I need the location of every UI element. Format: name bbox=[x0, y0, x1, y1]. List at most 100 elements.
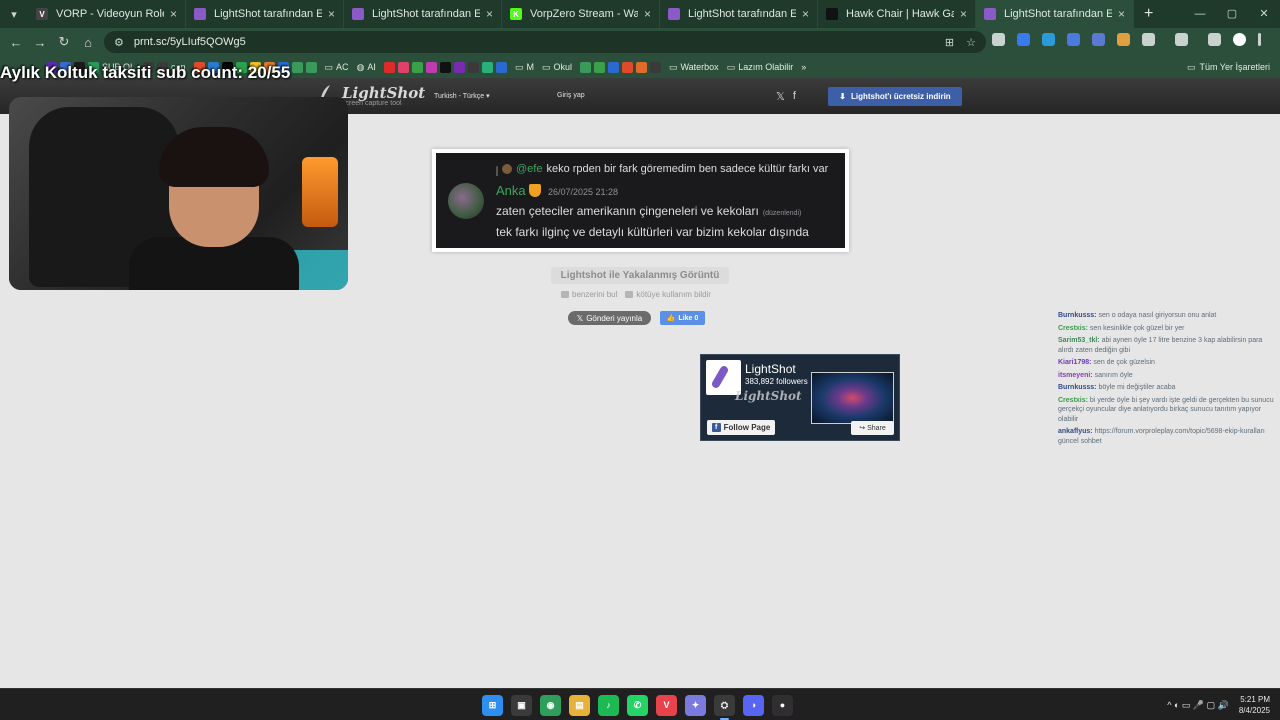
wallet-extension-icon[interactable] bbox=[1117, 33, 1130, 46]
tab-close-icon[interactable]: × bbox=[1118, 7, 1125, 21]
taskbar-whatsapp-icon[interactable]: ✆ bbox=[627, 694, 648, 716]
taskbar-windows-start-icon[interactable]: ⊞ bbox=[482, 694, 503, 716]
bookmark-folder-lazim[interactable]: ▭ Lazım Olabilir bbox=[727, 62, 794, 73]
extensions-row bbox=[992, 33, 1261, 46]
screen-extension-icon[interactable] bbox=[1092, 33, 1105, 46]
all-bookmarks-label: Tüm Yer İşaretleri bbox=[1199, 62, 1270, 72]
image-caption: Lightshot ile Yakalanmış Görüntü bbox=[551, 267, 729, 284]
reading-list-icon[interactable] bbox=[1208, 33, 1221, 46]
browser-tab[interactable]: LightShot tarafından Ekran Görü × bbox=[186, 0, 344, 28]
taskbar-task-view-icon[interactable]: ▣ bbox=[511, 694, 532, 716]
bookmarks-overflow-button[interactable]: » bbox=[801, 62, 806, 72]
tab-search-icon[interactable]: ▾ bbox=[0, 0, 28, 28]
facebook-like-button[interactable]: 👍 Like 0 bbox=[660, 311, 705, 325]
bookmark-folder-m[interactable]: ▭ M bbox=[515, 62, 534, 73]
browser-tab[interactable]: K VorpZero Stream - Watch Live o × bbox=[502, 0, 660, 28]
taskbar-file-explorer-icon[interactable]: ▤ bbox=[569, 694, 590, 716]
reply-text: keko rpden bir fark göremedim ben sadece… bbox=[546, 163, 829, 175]
new-tab-button[interactable]: + bbox=[1134, 5, 1163, 23]
bookmark-folder-okul[interactable]: ▭ Okul bbox=[542, 62, 572, 73]
tab-close-icon[interactable]: × bbox=[960, 7, 967, 21]
taskbar-spotify-icon[interactable]: ♪ bbox=[598, 694, 619, 716]
webcam-overlay bbox=[9, 97, 348, 290]
chat-text: sanırım öyle bbox=[1094, 371, 1133, 379]
url-text[interactable]: prnt.sc/5yLIuf5QOWg5 bbox=[134, 36, 246, 48]
taskbar-chrome-icon[interactable]: ◉ bbox=[540, 694, 561, 716]
twitter-icon[interactable]: 𝕏 bbox=[776, 90, 785, 103]
pen-extension-icon[interactable] bbox=[992, 33, 1005, 46]
address-bar[interactable]: ⚙ prnt.sc/5yLIuf5QOWg5 ⊞ ☆ bbox=[104, 31, 986, 53]
browser-tab[interactable]: LightShot tarafından Ekran Görü × bbox=[344, 0, 502, 28]
extensions-puzzle-icon[interactable] bbox=[1142, 33, 1155, 46]
screenshot-image[interactable]: @efe keko rpden bir fark göremedim ben s… bbox=[432, 149, 849, 252]
language-select[interactable]: Turkish - Türkçe ▾ bbox=[434, 92, 490, 100]
window-controls: — ▢ ✕ bbox=[1184, 0, 1280, 28]
browser-menu-icon[interactable] bbox=[1258, 33, 1261, 46]
browser-tab[interactable]: Hawk Chair | Hawk Gaming Oy × bbox=[818, 0, 976, 28]
tab-close-icon[interactable]: × bbox=[644, 7, 651, 21]
report-abuse-link[interactable]: kötüye kullanım bildir bbox=[625, 290, 711, 299]
discord-message: @efe keko rpden bir fark göremedim ben s… bbox=[436, 153, 845, 248]
all-bookmarks-folder[interactable]: ▭ Tüm Yer İşaretleri bbox=[1187, 56, 1270, 78]
download-button[interactable]: ⬇ Lightshot'ı ücretsiz indirin bbox=[828, 87, 962, 106]
forward-button[interactable]: → bbox=[28, 35, 52, 50]
audio-extension-icon[interactable] bbox=[1017, 33, 1030, 46]
taskbar-obs-icon[interactable]: ● bbox=[772, 694, 793, 716]
bookmark-item[interactable] bbox=[579, 61, 661, 73]
site-info-icon[interactable]: ⚙ bbox=[114, 36, 124, 49]
tab-title: VorpZero Stream - Watch Live o bbox=[530, 8, 638, 20]
share-button[interactable]: ↪ Share bbox=[851, 421, 894, 435]
install-icon[interactable]: ⊞ bbox=[945, 36, 954, 49]
taskbar-discord-icon[interactable]: ◑ bbox=[743, 694, 764, 716]
bookmark-folder-ac[interactable]: ▭ AC bbox=[325, 62, 349, 73]
chat-username: Burnkusss: bbox=[1058, 384, 1097, 391]
image-actions: benzerini bul kötüye kullanım bildir bbox=[561, 290, 711, 299]
flag-icon bbox=[625, 291, 634, 298]
download-label: Lightshot'ı ücretsiz indirin bbox=[851, 92, 951, 101]
taskbar-copilot-icon[interactable]: ✦ bbox=[685, 694, 706, 716]
bookmark-star-icon[interactable]: ☆ bbox=[966, 36, 976, 49]
find-similar-link[interactable]: benzerini bul bbox=[561, 290, 617, 299]
tab-close-icon[interactable]: × bbox=[328, 7, 335, 21]
reply-avatar bbox=[502, 164, 512, 174]
clock-time: 5:21 PM bbox=[1240, 695, 1270, 704]
fb-page-name[interactable]: LightShot bbox=[745, 362, 796, 376]
tab-favicon-icon: K bbox=[510, 8, 522, 20]
tab-title: LightShot tarafından Ekran Görü bbox=[688, 8, 796, 20]
minimize-button[interactable]: — bbox=[1184, 0, 1216, 28]
bookmark-folder-ai[interactable]: ◍ AI bbox=[357, 62, 376, 73]
taskbar-valorant-icon[interactable]: V bbox=[656, 694, 677, 716]
browser-tab[interactable]: LightShot tarafından Ekran Görü × bbox=[976, 0, 1134, 28]
window-close-button[interactable]: ✕ bbox=[1248, 0, 1280, 28]
maximize-button[interactable]: ▢ bbox=[1216, 0, 1248, 28]
reload-button[interactable]: ↻ bbox=[52, 34, 76, 50]
tray-icons[interactable]: ^ ◐ ▭ 🎤 ▢ 🔊 bbox=[1167, 700, 1229, 711]
taskbar-steam-icon[interactable]: ⛭ bbox=[714, 694, 735, 720]
clock-date: 8/4/2025 bbox=[1238, 706, 1270, 715]
chat-message: Burnkusss: böyle mi değiştiler acaba bbox=[1058, 383, 1278, 393]
home-button[interactable]: ⌂ bbox=[76, 35, 100, 50]
download-icon[interactable] bbox=[1175, 33, 1188, 46]
follow-page-button[interactable]: f Follow Page bbox=[707, 420, 775, 435]
chat-text: sen o odaya nasıl giriyorsun onu anlat bbox=[1098, 312, 1217, 319]
tab-close-icon[interactable]: × bbox=[486, 7, 493, 21]
clock[interactable]: 5:21 PM 8/4/2025 bbox=[1239, 694, 1270, 716]
chat-overlay: Burnkusss: sen o odaya nasıl giriyorsun … bbox=[1058, 311, 1278, 449]
facebook-icon[interactable]: f bbox=[793, 90, 796, 103]
bookmark-folder-waterbox[interactable]: ▭ Waterbox bbox=[669, 62, 719, 73]
browser-tab[interactable]: LightShot tarafından Ekran Görü × bbox=[660, 0, 818, 28]
tab-close-icon[interactable]: × bbox=[802, 7, 809, 21]
translate-extension-icon[interactable] bbox=[1042, 33, 1055, 46]
bookmark-item[interactable] bbox=[383, 61, 507, 73]
back-button[interactable]: ← bbox=[4, 35, 28, 50]
tab-close-icon[interactable]: × bbox=[170, 7, 177, 21]
profile-avatar[interactable] bbox=[1233, 33, 1246, 46]
message-timestamp: 26/07/2025 21:28 bbox=[548, 187, 619, 197]
login-link[interactable]: Giriş yap bbox=[557, 92, 585, 99]
chat-message: Kiari1798: sen de çok güzelsin bbox=[1058, 358, 1278, 368]
vpn-extension-icon[interactable] bbox=[1067, 33, 1080, 46]
tab-favicon-icon bbox=[352, 8, 364, 20]
browser-tab[interactable]: V VORP - Videoyun Roleplay × bbox=[28, 0, 186, 28]
like-label: Like 0 bbox=[678, 314, 699, 322]
post-tweet-button[interactable]: 𝕏 Gönderi yayınla bbox=[568, 311, 651, 325]
